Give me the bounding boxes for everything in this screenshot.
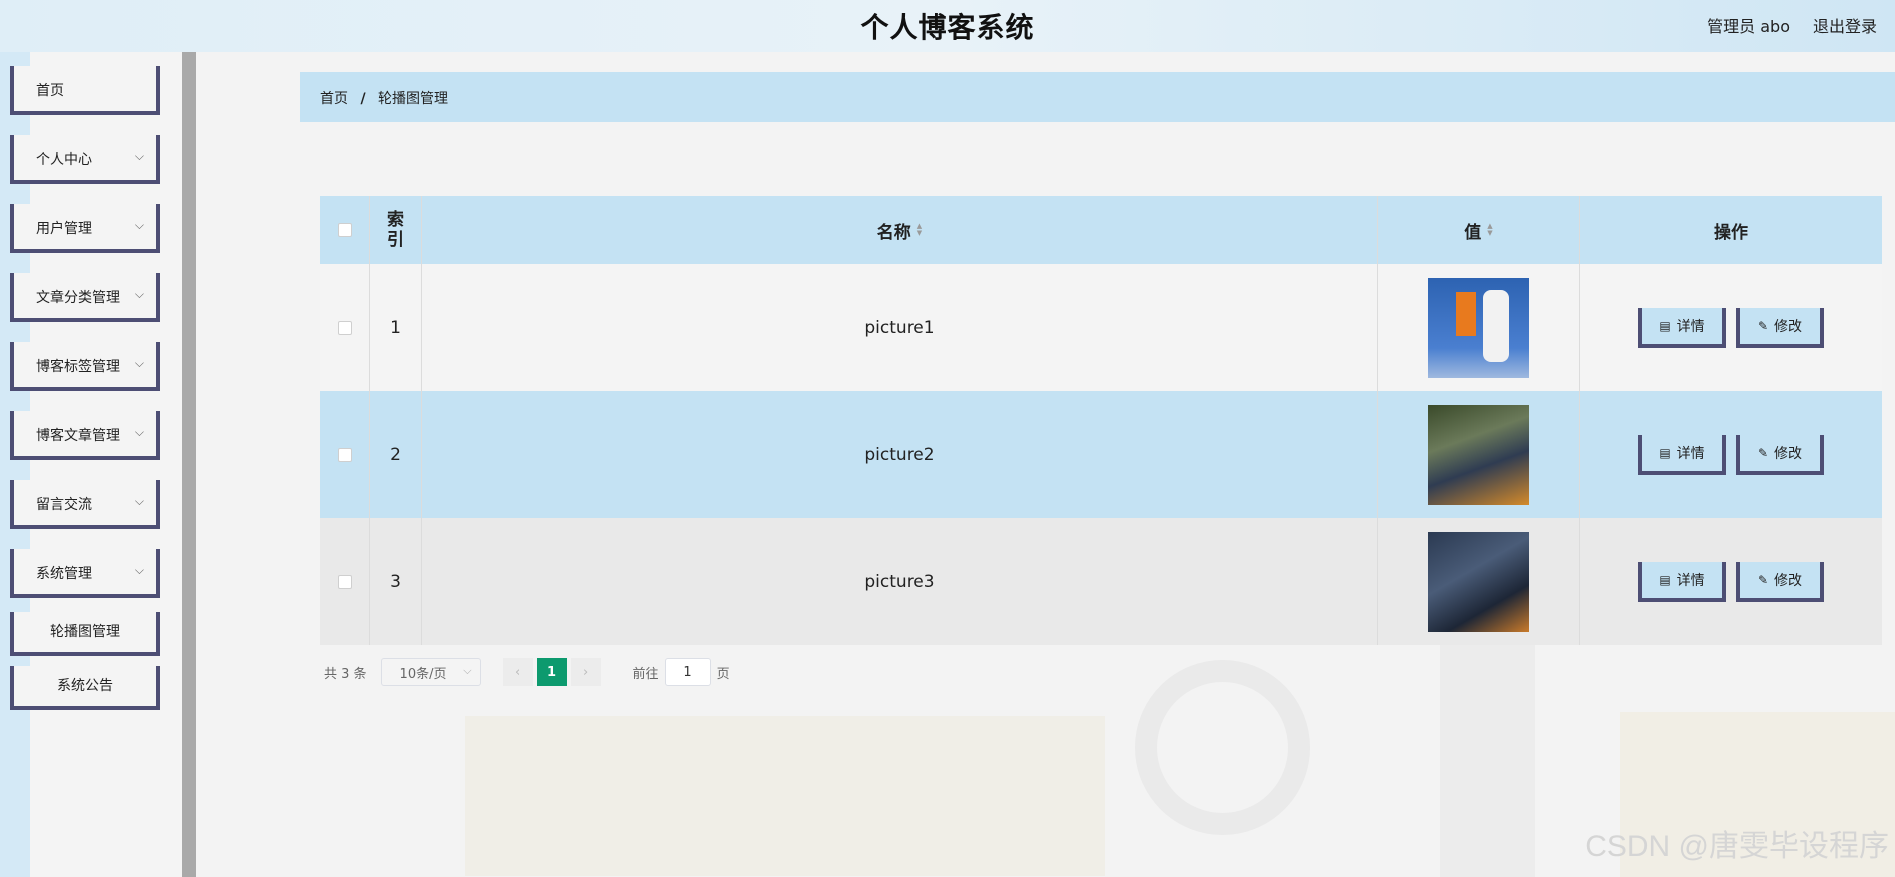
chevron-down-icon: ⌵ <box>134 356 144 370</box>
table-header: 索引 名称 ▲ ▼ 值 ▲ ▼ 操作 <box>320 196 1882 264</box>
carousel-image-thumbnail[interactable] <box>1428 404 1529 505</box>
page-size-select[interactable]: 10条/页 ⌵ <box>380 658 481 686</box>
background-decoration <box>1440 640 1535 877</box>
header-name-label: 名称 <box>876 222 911 243</box>
sidebar-item-label: 个人中心 <box>36 152 92 168</box>
page-title: 个人博客系统 <box>860 11 1035 44</box>
edit-button[interactable]: ✎ 修改 <box>1736 434 1824 475</box>
carousel-image-thumbnail[interactable] <box>1428 531 1529 632</box>
sidebar-item-category-management[interactable]: 文章分类管理 ⌵ <box>10 273 160 322</box>
chevron-left-icon: ‹ <box>514 664 521 680</box>
edit-button-label: 修改 <box>1774 572 1803 589</box>
detail-button-label: 详情 <box>1676 318 1705 335</box>
table-row: 2 picture2 ▤ 详情 ✎ 修改 <box>320 391 1882 518</box>
breadcrumb: 首页 / 轮播图管理 <box>300 72 1895 122</box>
edit-button-label: 修改 <box>1774 445 1803 462</box>
row-index: 2 <box>370 391 422 518</box>
header-index: 索引 <box>370 196 422 264</box>
breadcrumb-home[interactable]: 首页 <box>320 91 348 107</box>
chevron-down-icon: ⌵ <box>134 494 144 508</box>
detail-button[interactable]: ▤ 详情 <box>1638 307 1726 348</box>
pagination-total: 共 3 条 <box>324 666 367 682</box>
detail-button[interactable]: ▤ 详情 <box>1638 434 1726 475</box>
goto-suffix-label: 页 <box>716 666 730 682</box>
top-header: 个人博客系统 管理员 abo 退出登录 <box>0 0 1895 52</box>
sidebar-item-label: 系统管理 <box>36 566 92 582</box>
sidebar-item-user-management[interactable]: 用户管理 ⌵ <box>10 204 160 253</box>
detail-button[interactable]: ▤ 详情 <box>1638 561 1726 602</box>
sidebar-item-system-management[interactable]: 系统管理 ⌵ <box>10 549 160 598</box>
edit-button[interactable]: ✎ 修改 <box>1736 561 1824 602</box>
background-decoration <box>465 716 1105 876</box>
row-checkbox[interactable] <box>337 447 352 462</box>
pagination: 共 3 条 10条/页 ⌵ ‹ 1 › 前往 1 页 <box>324 658 730 686</box>
watermark: CSDN @唐雯毕设程序 <box>1585 830 1889 863</box>
chevron-down-icon: ⌵ <box>134 563 144 577</box>
row-checkbox[interactable] <box>337 574 352 589</box>
document-icon: ▤ <box>1659 318 1671 333</box>
sidebar-item-personal-center[interactable]: 个人中心 ⌵ <box>10 135 160 184</box>
detail-button-label: 详情 <box>1676 572 1705 589</box>
sort-icon[interactable]: ▲ ▼ <box>917 223 922 237</box>
breadcrumb-separator: / <box>360 91 366 107</box>
edit-button-label: 修改 <box>1774 318 1803 335</box>
pencil-icon: ✎ <box>1757 445 1769 460</box>
row-name: picture1 <box>422 264 1378 391</box>
row-checkbox[interactable] <box>337 320 352 335</box>
carousel-table: 索引 名称 ▲ ▼ 值 ▲ ▼ 操作 1 picture1 ▤ 详情 ✎ 修改 2 pi… <box>320 196 1882 645</box>
goto-label: 前往 <box>632 666 659 682</box>
sidebar-item-messages[interactable]: 留言交流 ⌵ <box>10 480 160 529</box>
header-name[interactable]: 名称 ▲ ▼ <box>422 196 1378 264</box>
page-number-current[interactable]: 1 <box>536 658 567 686</box>
carousel-image-thumbnail[interactable] <box>1428 277 1529 378</box>
admin-user-label: 管理员 abo <box>1707 17 1790 36</box>
sidebar-item-tag-management[interactable]: 博客标签管理 ⌵ <box>10 342 160 391</box>
page-size-value: 10条/页 <box>399 666 447 682</box>
sidebar-item-label: 用户管理 <box>36 221 92 237</box>
background-decoration <box>1135 660 1310 835</box>
document-icon: ▤ <box>1659 445 1671 460</box>
sidebar-subitem-carousel[interactable]: 轮播图管理 <box>10 612 160 656</box>
table-row: 3 picture3 ▤ 详情 ✎ 修改 <box>320 518 1882 645</box>
sidebar-item-label: 留言交流 <box>36 497 92 513</box>
chevron-down-icon: ⌵ <box>134 149 144 163</box>
sidebar-item-home[interactable]: 首页 <box>10 66 160 115</box>
row-index: 1 <box>370 264 422 391</box>
header-value[interactable]: 值 ▲ ▼ <box>1378 196 1580 264</box>
chevron-down-icon: ⌵ <box>134 218 144 232</box>
edit-button[interactable]: ✎ 修改 <box>1736 307 1824 348</box>
logout-link[interactable]: 退出登录 <box>1813 13 1877 37</box>
prev-page-button[interactable]: ‹ <box>502 658 533 686</box>
breadcrumb-current: 轮播图管理 <box>378 91 449 107</box>
goto-page-input[interactable]: 1 <box>664 658 711 686</box>
sidebar-scrollbar[interactable] <box>182 52 196 877</box>
sidebar-item-article-management[interactable]: 博客文章管理 ⌵ <box>10 411 160 460</box>
document-icon: ▤ <box>1659 572 1671 587</box>
sidebar-item-label: 博客文章管理 <box>36 428 120 444</box>
pencil-icon: ✎ <box>1757 318 1769 333</box>
header-ops: 操作 <box>1714 222 1748 243</box>
pencil-icon: ✎ <box>1757 572 1769 587</box>
row-name: picture2 <box>422 391 1378 518</box>
chevron-down-icon: ⌵ <box>463 664 472 677</box>
next-page-button[interactable]: › <box>570 658 601 686</box>
sidebar-item-label: 文章分类管理 <box>36 290 120 306</box>
chevron-right-icon: › <box>582 664 589 680</box>
sidebar-subitem-announcement[interactable]: 系统公告 <box>10 666 160 710</box>
row-index: 3 <box>370 518 422 645</box>
chevron-down-icon: ⌵ <box>134 287 144 301</box>
detail-button-label: 详情 <box>1676 445 1705 462</box>
sidebar-item-label: 博客标签管理 <box>36 359 120 375</box>
row-name: picture3 <box>422 518 1378 645</box>
sort-icon[interactable]: ▲ ▼ <box>1487 223 1492 237</box>
chevron-down-icon: ⌵ <box>134 425 144 439</box>
header-value-label: 值 <box>1464 222 1482 243</box>
table-row: 1 picture1 ▤ 详情 ✎ 修改 <box>320 264 1882 391</box>
select-all-checkbox[interactable] <box>337 223 352 237</box>
sidebar-item-label: 首页 <box>36 83 64 99</box>
